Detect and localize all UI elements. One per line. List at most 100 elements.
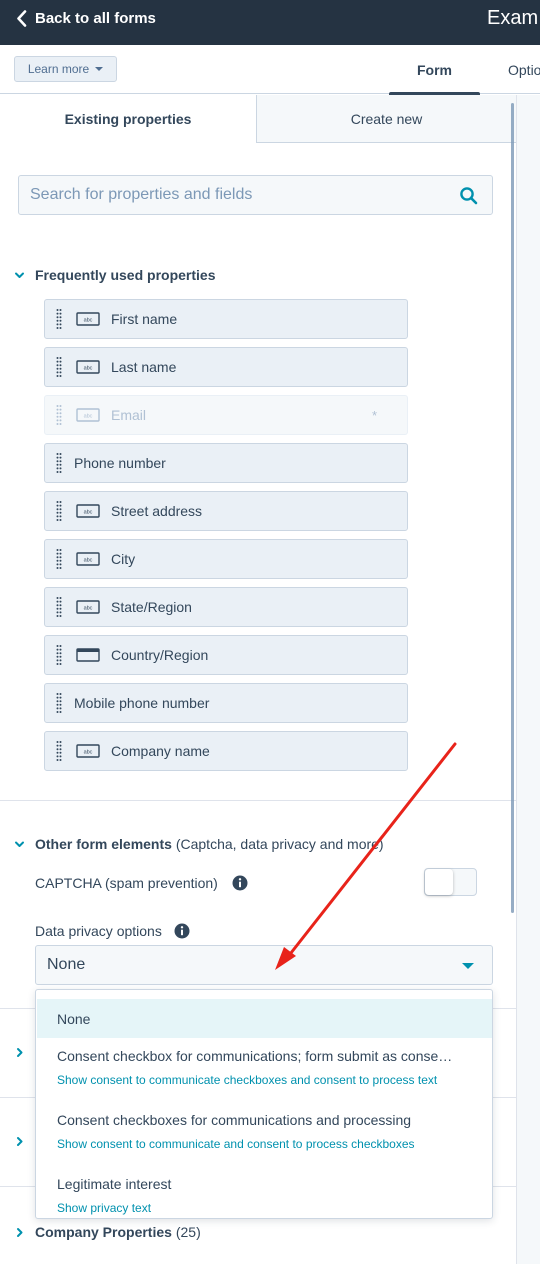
tab-create-new[interactable]: Create new bbox=[256, 95, 516, 143]
svg-text:abc: abc bbox=[84, 318, 93, 324]
drag-handle[interactable] bbox=[45, 300, 73, 338]
learn-more-button[interactable]: Learn more bbox=[14, 56, 117, 82]
drag-handle[interactable] bbox=[45, 636, 73, 674]
privacy-select[interactable]: None bbox=[35, 945, 493, 985]
property-label: Street address bbox=[111, 503, 203, 519]
property-label: City bbox=[111, 551, 136, 567]
drag-handle-icon bbox=[56, 645, 62, 665]
property-item[interactable]: Mobile phone number bbox=[44, 683, 408, 723]
drag-handle-icon bbox=[56, 741, 62, 761]
text-field-icon: abc bbox=[76, 312, 100, 326]
drag-handle-icon bbox=[56, 309, 62, 329]
drag-handle-icon bbox=[56, 597, 62, 617]
svg-text:abc: abc bbox=[84, 558, 93, 564]
property-label: Country/Region bbox=[111, 647, 209, 663]
company-properties-title: Company Properties bbox=[35, 1224, 172, 1240]
drag-handle[interactable] bbox=[45, 588, 73, 626]
captcha-row: CAPTCHA (spam prevention) bbox=[35, 875, 248, 891]
panel-scrollbar[interactable] bbox=[511, 103, 514, 913]
frequent-properties-header[interactable]: Frequently used properties bbox=[14, 267, 215, 283]
drag-handle[interactable] bbox=[45, 492, 73, 530]
info-icon[interactable] bbox=[232, 875, 248, 891]
company-properties-header[interactable]: Company Properties (25) bbox=[14, 1224, 201, 1240]
chevron-right-icon[interactable] bbox=[14, 1047, 25, 1058]
chevron-down-icon bbox=[15, 272, 24, 278]
property-item[interactable]: abc City bbox=[44, 539, 408, 579]
property-label: Phone number bbox=[74, 455, 166, 471]
search-input[interactable] bbox=[18, 175, 493, 215]
editor-toolbar: Learn more Form Optio bbox=[0, 45, 540, 96]
property-item[interactable]: Phone number bbox=[44, 443, 408, 483]
properties-panel: Existing properties Create new Frequentl… bbox=[0, 95, 516, 1264]
other-elements-subtitle: (Captcha, data privacy and more) bbox=[175, 836, 384, 852]
option-label: Consent checkbox for communications; for… bbox=[57, 1048, 453, 1064]
svg-text:abc: abc bbox=[84, 414, 93, 420]
form-title[interactable]: Exam bbox=[487, 7, 538, 30]
caret-down-icon bbox=[95, 67, 104, 71]
drag-handle-icon bbox=[56, 357, 62, 377]
text-field-icon: abc bbox=[76, 744, 100, 758]
option-label: Consent checkboxes for communications an… bbox=[57, 1112, 412, 1128]
chevron-down-icon bbox=[15, 841, 24, 847]
property-label: Mobile phone number bbox=[74, 695, 210, 711]
property-label: State/Region bbox=[111, 599, 192, 615]
search-icon[interactable] bbox=[459, 186, 479, 206]
option-description: Show consent to communicate checkboxes a… bbox=[57, 1073, 438, 1087]
drag-handle-icon bbox=[56, 453, 62, 473]
option-label: None bbox=[57, 1010, 91, 1027]
toggle-knob bbox=[425, 869, 453, 895]
property-label: Last name bbox=[111, 359, 177, 375]
drag-handle-icon bbox=[56, 693, 62, 713]
caret-down-icon bbox=[462, 963, 474, 969]
text-field-icon: abc bbox=[76, 600, 100, 614]
property-item[interactable]: Country/Region bbox=[44, 635, 408, 675]
svg-text:abc: abc bbox=[84, 366, 93, 372]
property-item[interactable]: abc Street address bbox=[44, 491, 408, 531]
text-field-icon: abc bbox=[76, 360, 100, 374]
option-description: Show consent to communicate and consent … bbox=[57, 1137, 415, 1151]
info-icon[interactable] bbox=[174, 923, 190, 939]
chevron-right-icon bbox=[17, 1227, 23, 1237]
drag-handle[interactable] bbox=[45, 348, 73, 386]
captcha-toggle[interactable] bbox=[424, 868, 477, 896]
privacy-option-legitimate-interest[interactable]: Legitimate interest Show privacy text bbox=[37, 1176, 492, 1215]
property-item[interactable]: abc Last name bbox=[44, 347, 408, 387]
property-item[interactable]: abc First name bbox=[44, 299, 408, 339]
privacy-option-none[interactable]: None bbox=[37, 999, 492, 1038]
drag-handle-icon bbox=[56, 549, 62, 569]
svg-text:abc: abc bbox=[84, 606, 93, 612]
tab-create-label: Create new bbox=[350, 110, 423, 127]
tab-existing-properties[interactable]: Existing properties bbox=[0, 95, 256, 143]
privacy-row: Data privacy options bbox=[35, 923, 190, 939]
privacy-label: Data privacy options bbox=[35, 923, 162, 939]
privacy-option-consent-checkbox[interactable]: Consent checkbox for communications; for… bbox=[37, 1048, 492, 1087]
other-elements-header[interactable]: Other form elements (Captcha, data priva… bbox=[14, 836, 384, 852]
option-description: Show privacy text bbox=[57, 1201, 152, 1215]
chevron-right-icon[interactable] bbox=[14, 1136, 25, 1147]
drag-handle[interactable] bbox=[45, 732, 73, 770]
tab-existing-label: Existing properties bbox=[64, 111, 192, 127]
other-elements-title: Other form elements bbox=[35, 836, 172, 852]
privacy-option-consent-checkboxes[interactable]: Consent checkboxes for communications an… bbox=[37, 1112, 492, 1151]
svg-text:abc: abc bbox=[84, 750, 93, 756]
required-marker: * bbox=[371, 407, 377, 423]
property-item[interactable]: abc Company name bbox=[44, 731, 408, 771]
tab-options[interactable]: Optio bbox=[508, 45, 540, 94]
text-field-icon: abc bbox=[76, 408, 100, 422]
drag-handle[interactable] bbox=[45, 396, 73, 434]
captcha-label: CAPTCHA (spam prevention) bbox=[35, 875, 218, 891]
tab-form[interactable]: Form bbox=[389, 45, 480, 96]
drag-handle[interactable] bbox=[45, 684, 73, 722]
property-label: Company name bbox=[111, 743, 210, 759]
form-preview-area bbox=[516, 95, 540, 1264]
property-label: First name bbox=[111, 311, 178, 327]
privacy-options-dropdown: None Consent checkbox for communications… bbox=[35, 989, 493, 1219]
dropdown-field-icon bbox=[76, 648, 100, 662]
top-nav-bar: Back to all forms Exam bbox=[0, 0, 540, 45]
property-item[interactable]: abc State/Region bbox=[44, 587, 408, 627]
back-to-forms-link[interactable]: Back to all forms bbox=[16, 8, 156, 28]
text-field-icon: abc bbox=[76, 552, 100, 566]
text-field-icon: abc bbox=[76, 504, 100, 518]
drag-handle[interactable] bbox=[45, 540, 73, 578]
drag-handle[interactable] bbox=[45, 444, 73, 482]
